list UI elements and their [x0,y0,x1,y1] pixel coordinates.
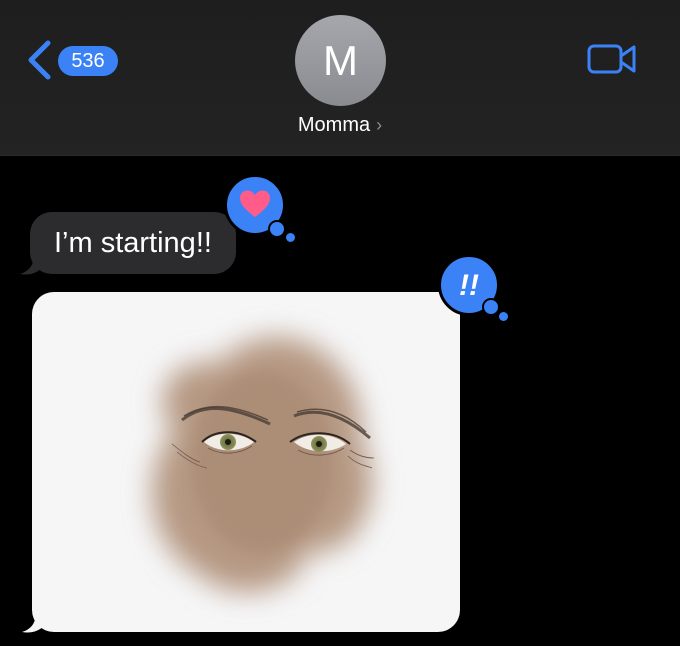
svg-text:!!: !! [459,269,479,302]
contact-avatar[interactable]: M [295,15,386,106]
tapback-tail [482,298,500,316]
tapback-tail-dot [286,233,295,242]
message-bubble[interactable]: I’m starting!! [30,212,236,274]
image-message[interactable] [32,292,460,632]
contact-name: Momma [297,114,371,136]
tapback-tail [268,220,286,238]
video-camera-icon [587,44,636,74]
tapback-tail-dot [499,312,508,321]
back-button[interactable]: 536 [26,38,126,82]
facetime-video-button[interactable] [587,42,637,76]
avatar-initial: M [323,37,358,84]
chevron-right-icon: › [376,115,383,135]
chevron-left-icon [28,40,51,80]
unread-count-badge: 536 [58,46,118,76]
message-text: I’m starting!! [54,227,212,259]
drawing-image [152,337,375,592]
conversation-header: 536 M Momma › [0,0,680,156]
contact-name-button[interactable]: Momma › [0,114,680,137]
